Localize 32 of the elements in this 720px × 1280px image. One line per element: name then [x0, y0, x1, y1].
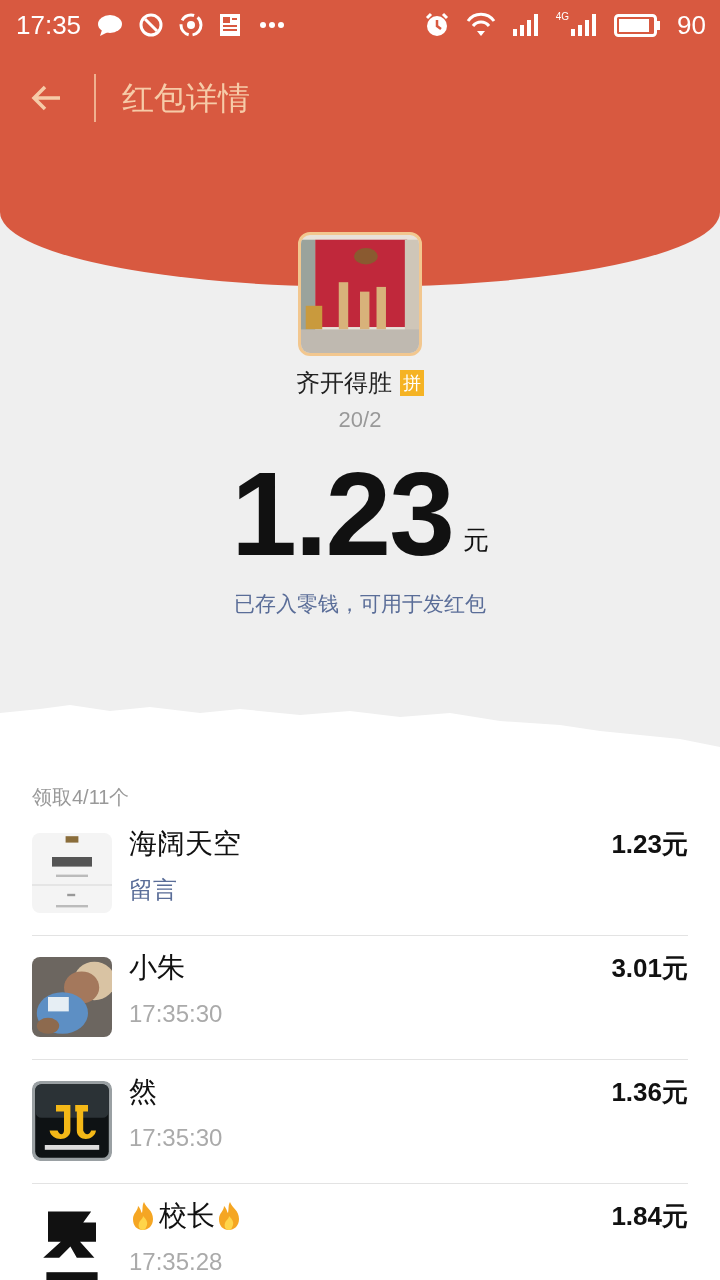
chat-bubble-icon: [97, 13, 124, 37]
status-time: 17:35: [16, 8, 82, 42]
network-label: 4G: [555, 12, 570, 22]
sender-name: 齐开得胜: [296, 368, 392, 398]
group-badge: 拼: [400, 370, 424, 396]
claim-count: 领取4/11个: [31, 784, 131, 810]
claim-time: 17:35:30: [129, 998, 223, 1029]
signal-icon: [511, 12, 540, 38]
message-link[interactable]: 留言: [129, 871, 241, 908]
claim-time: 17:35:30: [129, 1122, 223, 1153]
wifi-icon: [465, 12, 496, 38]
member-name: 然: [129, 1074, 157, 1109]
member-name: 校长: [159, 1198, 215, 1233]
swirl-icon: [179, 13, 204, 37]
claimed-amount: 1.84元: [611, 1199, 688, 1233]
claimed-amount: 3.01元: [611, 951, 688, 985]
amount-unit: 元: [462, 524, 489, 557]
claimed-amount: 1.36元: [611, 1075, 688, 1109]
signal-icon: [570, 12, 599, 38]
page-title: 红包详情: [94, 73, 250, 122]
claim-time: 17:35:28: [129, 1246, 224, 1277]
more-icon: [259, 19, 286, 31]
claimed-amount: 1.23元: [611, 827, 688, 861]
member-name: 海阔天空: [129, 826, 241, 861]
battery-percent: 90: [677, 8, 706, 42]
battery-icon: [614, 13, 662, 37]
amount-value: 1.23: [231, 454, 453, 574]
alarm-icon: [423, 12, 450, 38]
notice-link[interactable]: 已存入零钱，可用于发红包: [234, 588, 486, 620]
member-name: 小朱: [129, 950, 185, 985]
packet-count: 20/2: [338, 406, 382, 434]
blocked-icon: [139, 13, 164, 37]
